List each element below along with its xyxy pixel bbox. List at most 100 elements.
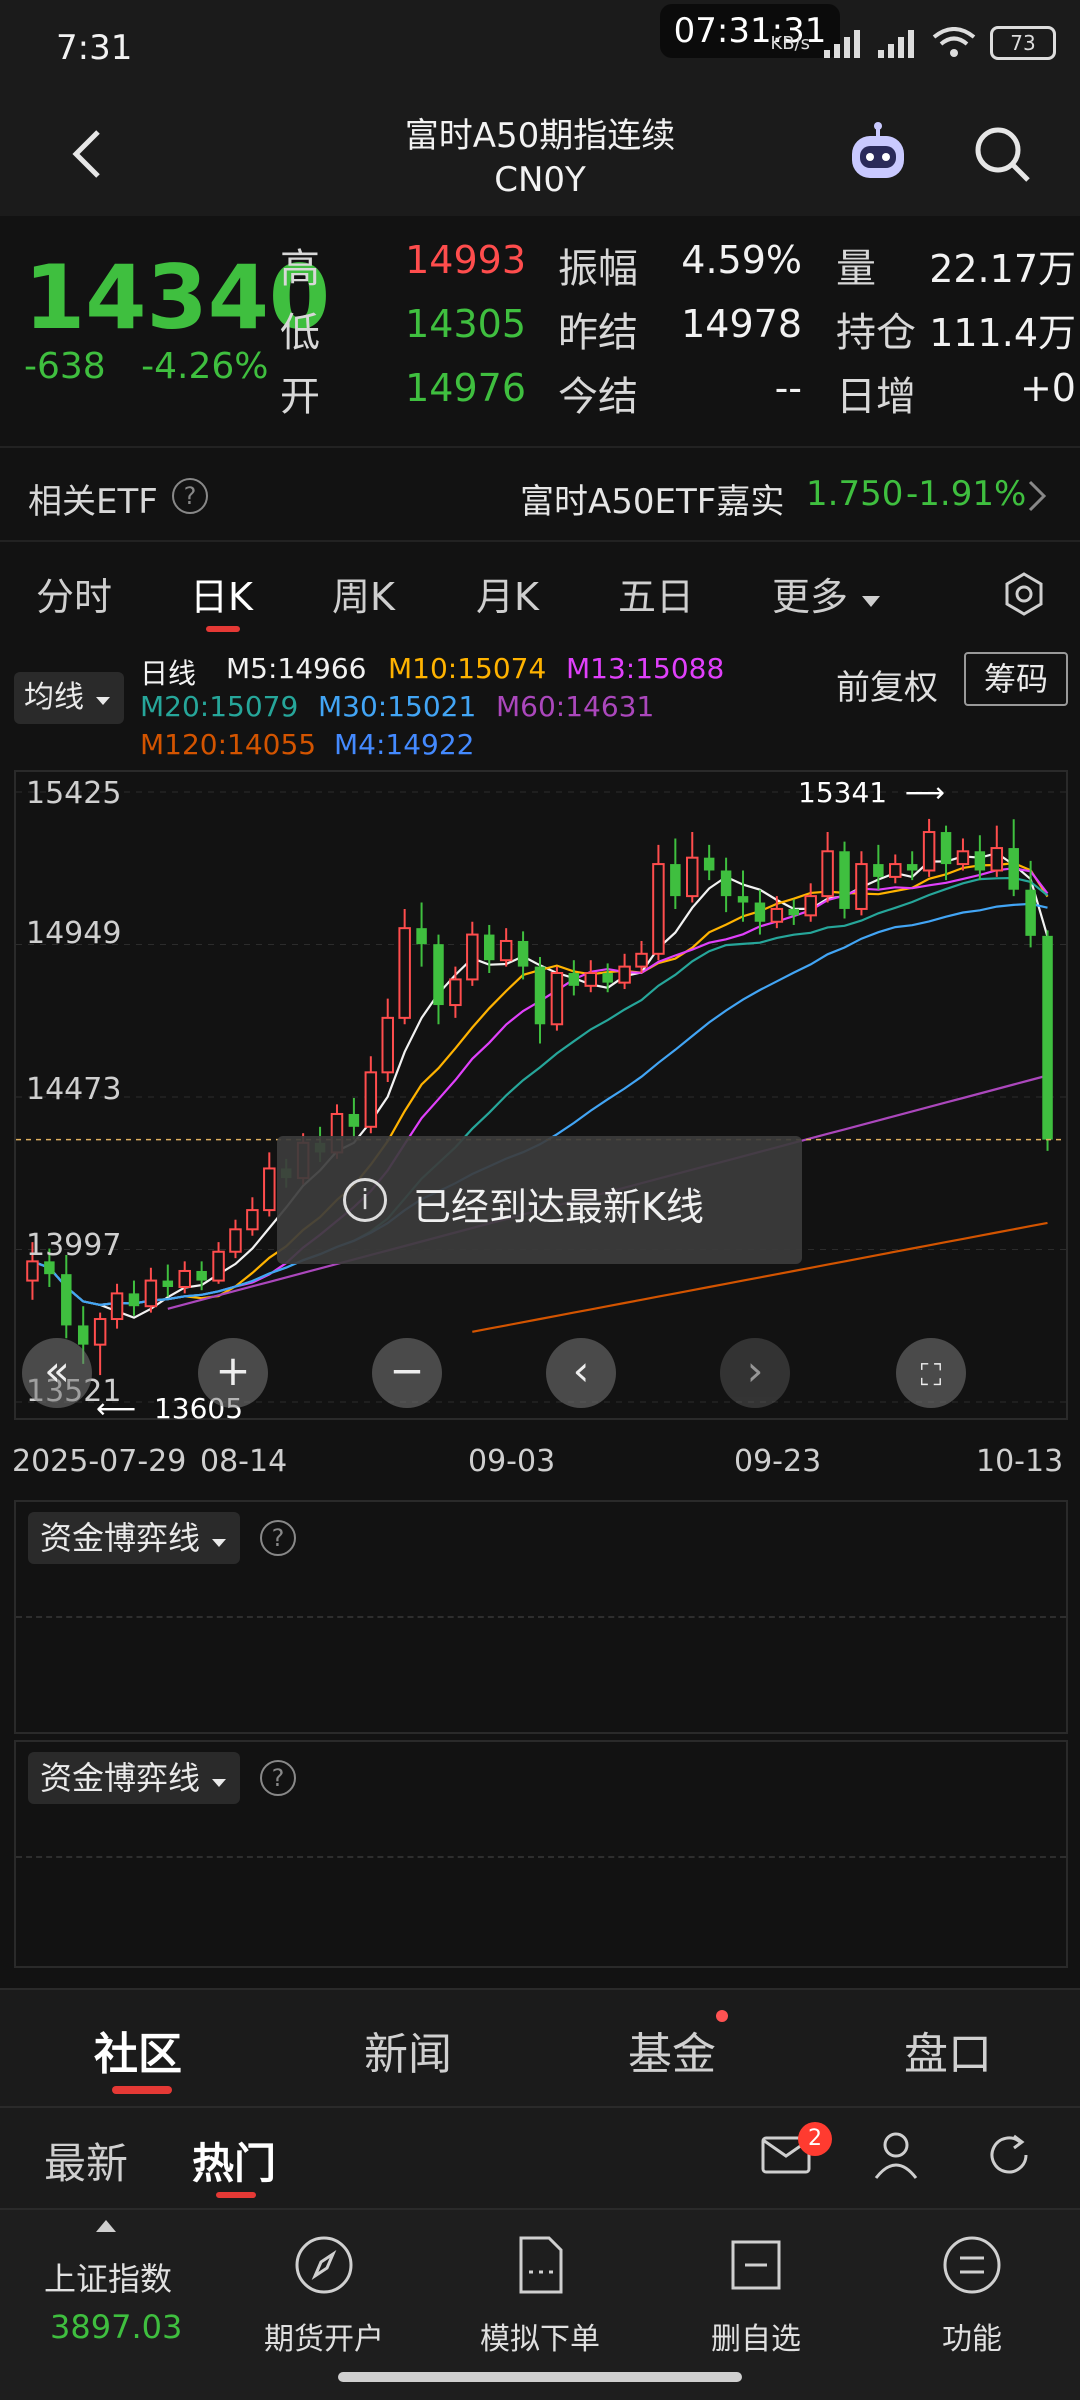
help-icon[interactable]: ? [260, 1760, 296, 1796]
candle [1042, 930, 1053, 1151]
nav-remove-watchlist[interactable]: 删自选 [666, 2234, 846, 2358]
messages-button[interactable]: 2 [760, 2122, 832, 2180]
candle-body [229, 1228, 242, 1253]
subtab-hot[interactable]: 热门 [192, 2130, 276, 2191]
candle [788, 899, 800, 925]
tab-fund[interactable]: 基金 [628, 2018, 716, 2082]
candle [364, 1056, 378, 1134]
tab-five-day[interactable]: 五日 [618, 566, 694, 621]
quote-panel: 14340 -638 -4.26% 高 低 开 14993 14305 1497… [0, 216, 1080, 446]
volume-label: 量 [836, 246, 876, 292]
tab-daily-k[interactable]: 日K [190, 566, 253, 621]
candle [1025, 860, 1036, 948]
candle-body [499, 939, 513, 962]
candle-body [110, 1292, 124, 1321]
info-icon: i [343, 1178, 387, 1222]
low-label: 低 [280, 310, 320, 356]
y-tick-label: 15425 [26, 776, 122, 811]
open-value: 14976 [405, 366, 526, 410]
active-subtab-indicator [216, 2192, 256, 2198]
candle [466, 921, 479, 986]
candle [144, 1267, 158, 1313]
page-title: 富时A50期指连续 [404, 116, 676, 156]
high-marker: 15341 ⟶ [798, 776, 945, 809]
etf-percent: -1.91% [906, 474, 1027, 514]
status-clock: 7:31 [56, 28, 133, 68]
tab-more[interactable]: 更多 [772, 566, 882, 621]
unread-badge: 2 [798, 2122, 832, 2156]
settings-icon[interactable] [1000, 570, 1048, 618]
y-tick-label: 14949 [26, 916, 122, 951]
refresh-button[interactable] [984, 2130, 1034, 2184]
indicator-dropdown[interactable]: 资金博弈线 [28, 1512, 241, 1564]
candle-body [517, 940, 529, 967]
signal-4g-icon [878, 30, 914, 58]
open-label: 开 [280, 374, 320, 420]
adjustment-toggle[interactable]: 前复权 [836, 660, 938, 709]
fullscreen-button[interactable]: ⛶ [896, 1338, 966, 1408]
zoom-out-button[interactable]: − [372, 1338, 442, 1408]
tab-news[interactable]: 新闻 [364, 2018, 452, 2082]
tab-community[interactable]: 社区 [94, 2018, 182, 2082]
related-etf-row[interactable]: 相关ETF ? 富时A50ETF嘉实 1.750 -1.91% [0, 446, 1080, 542]
tab-weekly-k[interactable]: 周K [332, 566, 395, 621]
scroll-start-button[interactable]: « [22, 1338, 92, 1408]
candle-body [348, 1113, 360, 1127]
tab-intraday[interactable]: 分时 [36, 566, 112, 621]
caret-down-icon [862, 596, 881, 607]
tab-monthly-k[interactable]: 月K [476, 566, 539, 621]
scroll-left-button[interactable]: ‹ [546, 1338, 616, 1408]
candle-body [720, 870, 732, 897]
chip-distribution-button[interactable]: 筹码 [964, 652, 1068, 706]
candle [449, 966, 462, 1018]
subtab-latest[interactable]: 最新 [44, 2130, 128, 2191]
zoom-in-button[interactable]: + [198, 1338, 268, 1408]
search-button[interactable] [970, 122, 1034, 186]
candle [229, 1219, 242, 1259]
indicator-label: 资金博弈线 [40, 1519, 201, 1557]
minus-icon: − [389, 1346, 425, 1395]
settle-label: 今结 [558, 374, 638, 420]
profile-button[interactable] [872, 2130, 920, 2184]
candle [398, 908, 411, 1025]
tab-order-book[interactable]: 盘口 [904, 2018, 992, 2082]
chevron-right-icon [1028, 480, 1047, 512]
content-tabs: 社区 新闻 基金 盘口 [0, 1988, 1080, 2106]
double-chevron-left-icon: « [44, 1346, 70, 1395]
candle-body [839, 851, 850, 909]
related-etf-label: 相关ETF [28, 482, 158, 522]
help-icon[interactable]: ? [172, 478, 208, 514]
index-widget[interactable]: 上证指数 3897.03 [0, 2210, 216, 2400]
x-tick-label: 09-03 [468, 1444, 556, 1479]
candle-body [804, 895, 817, 917]
candle [821, 832, 834, 903]
nav-open-account[interactable]: 期货开户 [234, 2234, 414, 2358]
high-marker-value: 15341 [798, 776, 888, 809]
scroll-right-button[interactable]: › [720, 1338, 790, 1408]
candle-body [61, 1274, 72, 1326]
page-subtitle: CN0Y [494, 160, 586, 200]
ma-dropdown[interactable]: 均线 [14, 672, 124, 724]
prev-settle-label: 昨结 [558, 310, 638, 356]
help-icon[interactable]: ? [260, 1520, 296, 1556]
candle [873, 844, 884, 890]
legend-title: 日线 [140, 657, 197, 690]
chevron-right-icon: › [746, 1346, 764, 1395]
prev-settle-value: 14978 [681, 302, 802, 346]
candle-body [196, 1270, 207, 1281]
candle [110, 1283, 124, 1329]
candle-body [670, 864, 681, 897]
price-chart[interactable]: 15425 14949 14473 13997 13521 15341 ⟶ ⟵ … [14, 770, 1068, 1425]
fullscreen-icon: ⛶ [920, 1358, 942, 1393]
indicator-dropdown[interactable]: 资金博弈线 [28, 1752, 241, 1804]
candle [212, 1242, 225, 1284]
index-value: 3897.03 [50, 2308, 183, 2346]
nav-functions[interactable]: 功能 [882, 2234, 1062, 2358]
x-tick-label: 08-14 [200, 1444, 288, 1479]
candle [517, 931, 529, 980]
assistant-robot-button[interactable] [846, 122, 910, 186]
nav-simulated-order[interactable]: 模拟下单 [450, 2234, 630, 2358]
legend-ma4: M4:14922 [334, 728, 475, 761]
candle-body [754, 902, 766, 922]
high-label: 高 [280, 246, 320, 292]
